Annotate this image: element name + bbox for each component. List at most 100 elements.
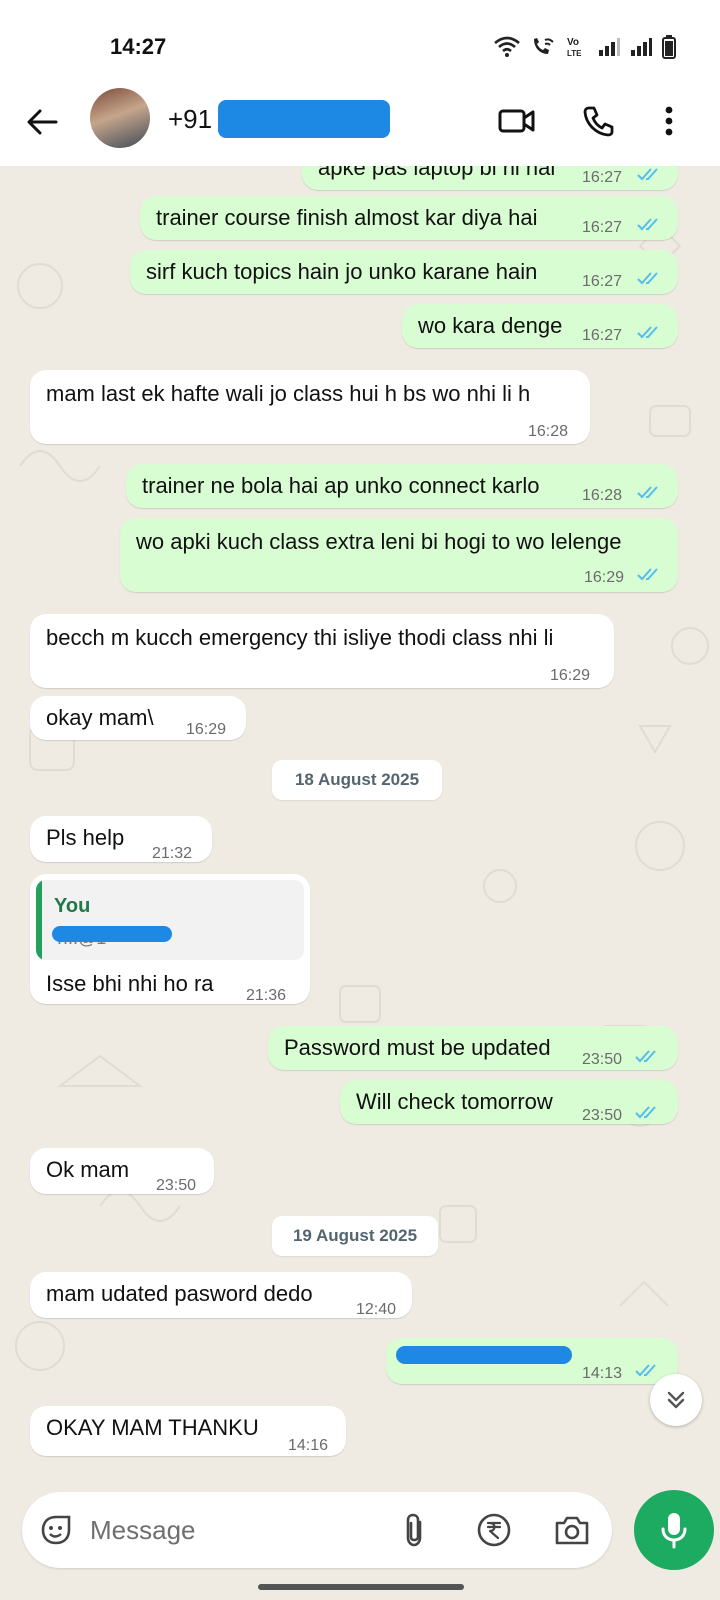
double-tick-icon xyxy=(635,1050,656,1063)
sticker-button[interactable] xyxy=(34,1508,78,1552)
sticker-icon xyxy=(41,1515,71,1545)
message-text: Pls help xyxy=(46,825,125,850)
camera-icon xyxy=(555,1516,589,1545)
camera-button[interactable] xyxy=(550,1508,594,1552)
double-tick-icon xyxy=(637,486,658,499)
message-bubble-incoming[interactable]: mam last ek hafte wali jo class hui h bs… xyxy=(30,370,590,444)
double-tick-icon xyxy=(635,1106,656,1119)
message-bubble-outgoing[interactable]: sirf kuch topics hain jo unko karane hai… xyxy=(130,250,678,294)
message-time: 16:29 xyxy=(584,569,625,586)
more-options-button[interactable] xyxy=(646,98,692,144)
home-gesture-handle[interactable] xyxy=(258,1584,464,1590)
status-icons: Vo LTE xyxy=(494,34,676,60)
system-navigation-bar xyxy=(0,1572,720,1600)
message-text: Ok mam xyxy=(46,1157,130,1182)
message-text: Password must be updated xyxy=(284,1035,551,1060)
message-time: 16:27 xyxy=(582,169,623,186)
wifi-icon xyxy=(494,36,520,57)
message-time: 23:50 xyxy=(582,1051,623,1068)
back-arrow-icon xyxy=(27,109,58,135)
message-text: becch m kucch emergency thi isliye thodi… xyxy=(46,625,554,650)
double-tick-icon xyxy=(637,218,658,231)
back-button[interactable] xyxy=(22,102,62,142)
message-input[interactable] xyxy=(90,1510,390,1550)
message-time: 23:50 xyxy=(156,1177,197,1194)
message-text: trainer course finish almost kar diya ha… xyxy=(156,205,538,230)
message-text: wo kara denge xyxy=(418,313,563,338)
attachment-icon xyxy=(406,1513,422,1547)
message-bubble-incoming[interactable]: mam udated pasword dedo 12:40 xyxy=(30,1272,412,1318)
signal-icon-1 xyxy=(599,38,620,56)
message-bubble-outgoing[interactable]: wo apki kuch class extra leni bi hogi to… xyxy=(120,518,678,592)
redaction-mark xyxy=(52,926,172,942)
message-time: 16:27 xyxy=(582,219,623,236)
composer-bar xyxy=(22,1492,612,1568)
message-bubble-outgoing[interactable]: trainer course finish almost kar diya ha… xyxy=(140,196,678,240)
message-text: wo apki kuch class extra leni bi hogi to… xyxy=(136,529,622,554)
redaction-mark xyxy=(396,1346,572,1364)
message-text: mam last ek hafte wali jo class hui h bs… xyxy=(46,381,531,406)
message-bubble-outgoing[interactable]: Will check tomorrow 23:50 xyxy=(340,1080,678,1124)
message-text: Will check tomorrow xyxy=(356,1089,553,1114)
signal-icon-2 xyxy=(631,38,652,56)
message-text: sirf kuch topics hain jo unko karane hai… xyxy=(146,259,538,284)
microphone-icon xyxy=(661,1513,687,1549)
message-bubble-incoming[interactable]: okay mam\ 16:29 xyxy=(30,696,246,740)
voice-call-button[interactable] xyxy=(576,98,622,144)
message-bubble-outgoing[interactable]: Password must be updated 23:50 xyxy=(268,1026,678,1070)
message-time: 16:29 xyxy=(186,721,227,738)
message-bubble-incoming[interactable]: becch m kucch emergency thi isliye thodi… xyxy=(30,614,614,688)
message-bubble-outgoing[interactable]: trainer ne bola hai ap unko connect karl… xyxy=(126,464,678,508)
message-time: 16:27 xyxy=(582,273,623,290)
payment-button[interactable] xyxy=(472,1508,516,1552)
voice-message-button[interactable] xyxy=(634,1490,714,1570)
double-tick-icon xyxy=(635,1364,656,1377)
message-bubble-incoming[interactable]: Pls help 21:32 xyxy=(30,816,212,862)
more-options-icon xyxy=(665,106,673,136)
message-time: 14:13 xyxy=(582,1365,623,1382)
message-bubble-incoming[interactable]: Ok mam 23:50 xyxy=(30,1148,214,1194)
status-bar: 14:27 Vo LTE xyxy=(0,0,720,84)
video-call-button[interactable] xyxy=(494,98,540,144)
message-bubble-incoming-reply[interactable]: You T...@1 Isse bhi nhi ho ra 21:36 xyxy=(30,874,310,1004)
chevron-double-down-icon xyxy=(667,1391,685,1409)
scroll-to-bottom-button[interactable] xyxy=(650,1374,702,1426)
message-text: Isse bhi nhi ho ra xyxy=(46,971,214,996)
double-tick-icon xyxy=(637,568,658,581)
rupee-payment-icon xyxy=(477,1513,511,1547)
double-tick-icon xyxy=(637,168,658,181)
wifi-calling-icon xyxy=(534,38,554,54)
message-bubble-outgoing[interactable]: apke pas laptop bi hi hai 16:27 xyxy=(302,166,678,190)
svg-text:LTE: LTE xyxy=(567,49,582,58)
contact-name[interactable]: +91 xyxy=(168,104,212,135)
message-text: trainer ne bola hai ap unko connect karl… xyxy=(142,473,540,498)
quote-author: You xyxy=(54,895,91,917)
message-bubble-incoming[interactable]: OKAY MAM THANKU 14:16 xyxy=(30,1406,346,1456)
redaction-mark xyxy=(218,100,390,138)
chat-area[interactable]: apke pas laptop bi hi hai 16:27 trainer … xyxy=(0,166,720,1486)
double-tick-icon xyxy=(637,326,658,339)
message-time: 21:32 xyxy=(152,845,193,862)
avatar[interactable] xyxy=(90,88,150,148)
message-text: apke pas laptop bi hi hai xyxy=(318,166,556,180)
message-text: OKAY MAM THANKU xyxy=(46,1415,259,1440)
date-separator: 19 August 2025 xyxy=(272,1216,438,1256)
video-call-icon xyxy=(498,109,535,133)
double-tick-icon xyxy=(637,272,658,285)
svg-text:Vo: Vo xyxy=(567,37,579,48)
voice-call-icon xyxy=(583,106,614,137)
message-text: mam udated pasword dedo xyxy=(46,1281,313,1306)
message-bubble-outgoing[interactable]: wo kara denge 16:27 xyxy=(402,304,678,348)
message-time: 16:27 xyxy=(582,327,623,344)
message-time: 21:36 xyxy=(246,987,287,1004)
attach-button[interactable] xyxy=(392,1508,436,1552)
date-separator: 18 August 2025 xyxy=(272,760,442,800)
message-bubble-outgoing[interactable]: 14:13 xyxy=(386,1338,678,1384)
battery-icon xyxy=(662,35,676,59)
message-time: 16:28 xyxy=(582,487,623,504)
volte-icon: Vo LTE xyxy=(567,37,582,58)
message-time: 16:28 xyxy=(528,423,569,440)
status-time: 14:27 xyxy=(110,34,167,59)
quoted-message[interactable]: You T...@1 xyxy=(36,880,304,960)
chat-header: +91 xyxy=(0,84,720,166)
